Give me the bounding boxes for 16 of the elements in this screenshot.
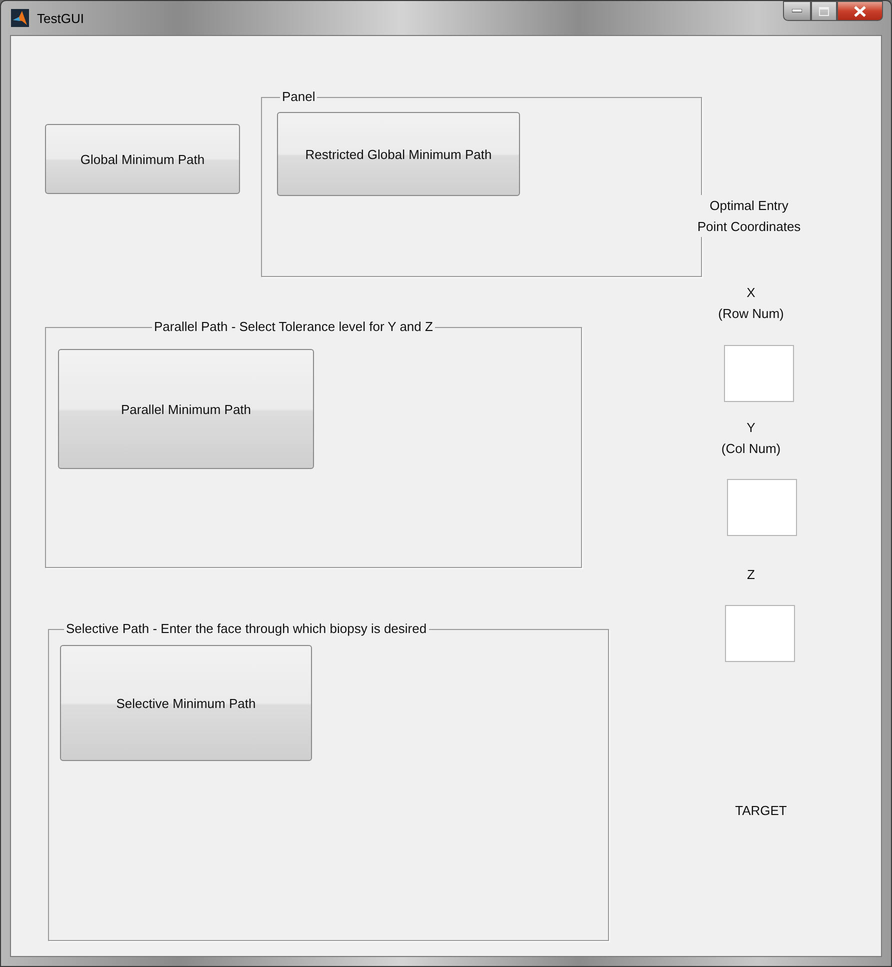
push-button[interactable]: Selective Minimum Path: [60, 645, 312, 761]
close-icon: [854, 6, 866, 16]
maximize-icon: [819, 6, 829, 16]
minimize-button[interactable]: [783, 1, 811, 21]
push-button[interactable]: Restricted Global Minimum Path: [277, 112, 520, 196]
input-field[interactable]: [725, 605, 795, 662]
close-button[interactable]: [837, 1, 883, 21]
push-button[interactable]: Parallel Minimum Path: [58, 349, 314, 469]
input-field[interactable]: [727, 479, 797, 536]
maximize-button[interactable]: [811, 1, 837, 21]
window-title: TestGUI: [37, 10, 84, 26]
minimize-icon: [792, 9, 802, 13]
panel-title: Selective Path - Enter the face through which biopsy is desired: [64, 621, 429, 637]
push-button[interactable]: Global Minimum Path: [45, 124, 240, 194]
app-logo-icon: [11, 9, 29, 27]
input-field[interactable]: [724, 345, 794, 402]
